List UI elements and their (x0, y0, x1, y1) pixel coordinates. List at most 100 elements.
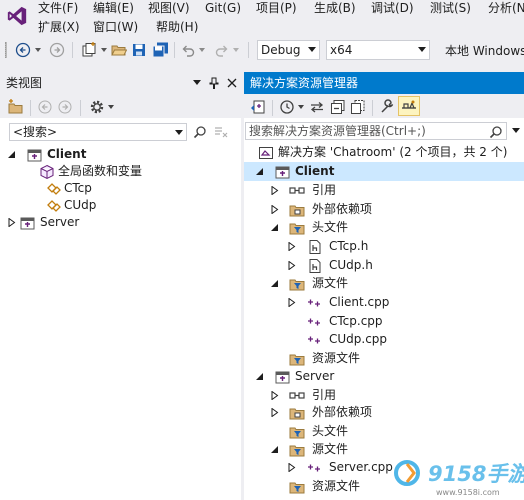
start-debugging-button[interactable]: 本地 Windows (437, 40, 524, 60)
tree-item-references[interactable]: 引用 (244, 181, 524, 200)
tree-item-header-files[interactable]: 头文件 (244, 218, 524, 237)
navigate-forward-button[interactable] (46, 40, 68, 60)
tree-item-server[interactable]: Server (0, 213, 241, 232)
tree-item-client-cpp[interactable]: Client.cpp (244, 293, 524, 312)
settings-button[interactable] (86, 97, 116, 117)
back-arrow-icon (38, 100, 52, 114)
show-all-files-icon (351, 100, 365, 114)
menu-edit[interactable]: 编辑(E) (93, 1, 134, 15)
save-all-button[interactable] (149, 40, 171, 60)
solution-configuration-select[interactable]: Debug (257, 40, 320, 60)
visual-studio-logo-icon[interactable] (6, 5, 28, 27)
back-dropdown-button[interactable] (34, 40, 42, 60)
menu-project[interactable]: 项目(P) (256, 1, 297, 15)
chevron-down-icon (107, 105, 114, 109)
properties-button[interactable] (377, 97, 397, 117)
navigate-back-button[interactable] (12, 40, 34, 60)
platform-value: x64 (330, 43, 353, 57)
tree-item-client[interactable]: Client (244, 162, 524, 181)
chevron-down-icon[interactable] (512, 128, 520, 133)
tree-item-label: 资源文件 (312, 351, 361, 365)
collapsed-arrow-icon[interactable] (271, 391, 279, 400)
tree-item-external-dependencies[interactable]: 外部依赖项 (244, 403, 524, 422)
back-button[interactable] (36, 97, 54, 117)
new-folder-button[interactable] (6, 97, 26, 117)
undo-button[interactable] (178, 40, 198, 60)
collapsed-arrow-icon[interactable] (8, 218, 16, 227)
chevron-down-icon[interactable] (193, 80, 201, 86)
open-file-button[interactable] (109, 40, 129, 60)
expanded-arrow-icon[interactable] (271, 223, 279, 232)
undo-dropdown-button[interactable] (198, 40, 206, 60)
menu-debug[interactable]: 调试(D) (371, 1, 414, 15)
expanded-arrow-icon[interactable] (256, 167, 264, 176)
show-all-files-button[interactable] (348, 97, 368, 117)
tree-item-ctcp-cpp[interactable]: CTcp.cpp (244, 312, 524, 331)
tree-item-cudp-cpp[interactable]: CUdp.cpp (244, 330, 524, 349)
forward-button[interactable] (56, 97, 74, 117)
cpp-file-icon (308, 336, 320, 344)
external-dependencies-icon (289, 408, 305, 420)
collapsed-arrow-icon[interactable] (288, 242, 296, 251)
collapsed-arrow-icon[interactable] (288, 463, 296, 472)
collapsed-arrow-icon[interactable] (271, 408, 279, 417)
collapsed-arrow-icon[interactable] (271, 205, 279, 214)
preview-selected-items-button[interactable] (398, 96, 420, 116)
toolbar-grip[interactable] (5, 42, 7, 58)
collapse-all-button[interactable] (328, 97, 348, 117)
filter-dropdown-button[interactable] (297, 97, 305, 117)
panel-title: 类视图 (6, 76, 43, 90)
save-button[interactable] (129, 40, 149, 60)
search-button[interactable] (191, 122, 209, 142)
tree-item-resource-files[interactable]: 资源文件 (244, 349, 524, 368)
panel-title: 解决方案资源管理器 (250, 76, 359, 90)
solution-platform-select[interactable]: x64 (326, 40, 430, 60)
cpp-project-icon (275, 166, 290, 179)
expanded-arrow-icon[interactable] (271, 445, 279, 454)
tree-item-server[interactable]: Server (244, 367, 524, 386)
menu-build[interactable]: 生成(B) (314, 1, 356, 15)
solution-explorer-search-input[interactable]: 搜索解决方案资源管理器(Ctrl+;) (245, 122, 507, 140)
class-view-search-input[interactable]: <搜索> (9, 123, 187, 141)
tree-item-header-files[interactable]: 头文件 (244, 422, 524, 441)
sync-with-document-button[interactable] (307, 97, 327, 117)
expanded-arrow-icon[interactable] (271, 279, 279, 288)
expanded-arrow-icon[interactable] (256, 372, 264, 381)
tree-item-ctcp-h[interactable]: CTcp.h (244, 237, 524, 256)
tree-item-label: Client.cpp (329, 295, 390, 309)
collapsed-arrow-icon[interactable] (288, 261, 296, 270)
tree-item-label: 头文件 (312, 424, 349, 438)
menu-view[interactable]: 视图(V) (148, 1, 190, 15)
menu-git[interactable]: Git(G) (205, 1, 241, 15)
tree-item-label: CTcp.cpp (329, 314, 383, 328)
run-target-label: 本地 Windows (445, 43, 524, 58)
pending-changes-filter-button[interactable] (277, 97, 297, 117)
menu-test[interactable]: 测试(S) (430, 1, 471, 15)
new-project-button[interactable] (78, 40, 100, 60)
filter-folder-icon (289, 445, 305, 457)
clear-search-button[interactable] (212, 122, 230, 142)
save-icon (133, 44, 145, 56)
menu-analyze[interactable]: 分析(N (488, 1, 524, 15)
tree-item-cudp-h[interactable]: CUdp.h (244, 256, 524, 275)
menu-extensions[interactable]: 扩展(X) (38, 20, 80, 34)
expanded-arrow-icon[interactable] (8, 150, 16, 159)
tree-item-label: 资源文件 (312, 479, 361, 493)
collapsed-arrow-icon[interactable] (288, 298, 296, 307)
tree-item-solution[interactable]: 解决方案 'Chatroom' (2 个项目，共 2 个) (244, 143, 524, 162)
pin-icon[interactable] (209, 77, 219, 89)
new-dropdown-button[interactable] (100, 40, 108, 60)
switch-views-button[interactable] (248, 97, 268, 117)
back-arrow-icon (15, 42, 31, 58)
menu-file[interactable]: 文件(F) (38, 1, 78, 15)
chevron-down-icon[interactable] (175, 130, 183, 135)
collapsed-arrow-icon[interactable] (271, 186, 279, 195)
toolbar-separator (80, 100, 81, 116)
close-icon[interactable] (227, 78, 237, 88)
tree-item-external-dependencies[interactable]: 外部依赖项 (244, 200, 524, 219)
tree-item-source-files[interactable]: 源文件 (244, 274, 524, 293)
redo-dropdown-button[interactable] (232, 40, 240, 60)
redo-button[interactable] (212, 40, 232, 60)
menu-window[interactable]: 窗口(W) (93, 20, 138, 34)
menu-help[interactable]: 帮助(H) (156, 20, 198, 34)
